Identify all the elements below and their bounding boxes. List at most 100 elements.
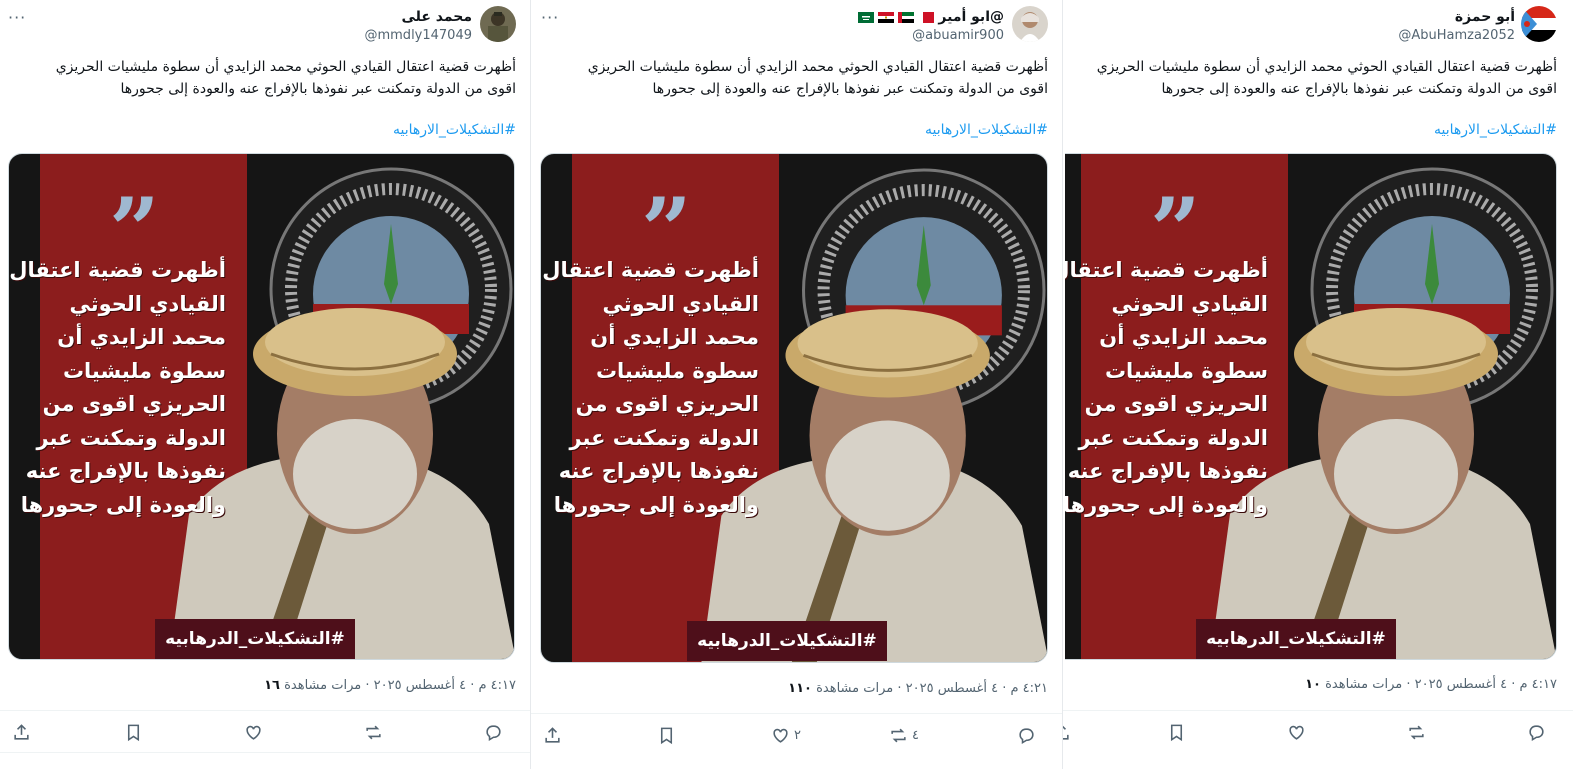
poster-text: أظهرت قضية اعتقال القيادي الحوثي محمد ال… [1065,254,1268,522]
poster-line: محمد الزايدي أن [1099,325,1268,349]
retweet-icon [1409,725,1424,739]
tweet-header: ··· @ابو أمير @abuamir900 [531,4,1062,44]
tweet-card-2: ··· @ابو أمير @abuamir900 أظهرت قضية اعت… [531,0,1062,769]
reply-button[interactable] [484,721,507,743]
tweet-text-line: اقوى من الدولة وتمكنت عبر نفوذها بالإفرا… [120,81,516,97]
poster-line: القيادي الحوثي [602,291,759,316]
tweet-text-line: أظهرت قضية اعتقال القيادي الحوثي محمد ال… [55,59,516,75]
display-name-row[interactable]: @ابو أمير [858,9,1004,25]
actions-divider-top [531,713,1062,714]
tweet-time[interactable]: ٤:١٧ م [478,678,516,693]
poster-hashtag-banner: #التشكيلات_الدرهابيه [687,621,887,661]
poster-line: نفوذها بالإفراج عنه [25,459,226,483]
reply-button[interactable] [1017,724,1040,746]
tweet-card-1: ··· محمد على @mmdly147049 أظهرت قضية اعت… [0,0,530,769]
display-name[interactable]: محمد على [401,9,472,25]
reply-icon [486,724,501,741]
share-icon [545,726,560,743]
poster-line: سطوة مليشيات [62,358,226,383]
user-handle[interactable]: @abuamir900 [912,28,1004,43]
bookmark-icon [127,724,140,741]
tweet-meta: ٤:١٧ م · ٤ أغسطس ٢٠٢٥ · مرات مشاهدة ١٠ [1305,677,1557,692]
poster-line: سطوة مليشيات [595,358,759,383]
bookmark-button[interactable] [124,721,143,743]
share-button[interactable] [1063,721,1071,743]
views-label: مرات مشاهدة [816,681,894,696]
avatar[interactable] [480,6,516,42]
poster-line: نفوذها بالإفراج عنه [1067,459,1268,483]
poster-line: الحريزي اقوى من [1084,392,1268,416]
tweet-media-image[interactable]: ” أظهرت قضية اعتقال القيادي الحوثي محمد … [8,153,515,660]
more-horizontal-icon[interactable]: ··· [8,8,26,27]
poster-hashtag-banner: #التشكيلات_الدرهابيه [1196,619,1396,659]
tweet-body: أظهرت قضية اعتقال القيادي الحوثي محمد ال… [588,56,1048,100]
retweet-button[interactable] [1407,721,1430,743]
reply-button[interactable] [1527,721,1550,743]
poster-line: القيادي الحوثي [69,291,226,316]
egypt-flag-icon [878,11,895,23]
like-button[interactable] [1287,721,1310,743]
display-name-row[interactable]: أبو حمزة [1455,9,1515,25]
like-button[interactable]: ٢ [771,724,801,746]
views-count: ١٦ [264,678,280,693]
tweet-date[interactable]: ٤ أغسطس ٢٠٢٥ [374,678,466,693]
avatar[interactable] [1012,6,1048,42]
poster-line: أظهرت قضية اعتقال [1065,258,1268,282]
views-label: مرات مشاهدة [1325,677,1403,692]
hashtag-link[interactable]: #التشكيلات_الارهابيه [393,122,516,138]
share-button[interactable] [543,724,562,746]
like-button[interactable] [244,721,267,743]
bookmark-button[interactable] [1167,721,1186,743]
poster-line: محمد الزايدي أن [590,325,759,349]
poster-line: الحريزي اقوى من [575,392,759,416]
hashtag-link[interactable]: #التشكيلات_الارهابيه [925,122,1048,138]
display-name[interactable]: أبو حمزة [1455,9,1515,25]
poster-hashtag-banner: #التشكيلات_الدرهابيه [155,619,355,659]
display-name[interactable]: @ابو أمير [938,9,1004,25]
retweet-button[interactable] [364,721,387,743]
tweet-meta: ٤:٢١ م · ٤ أغسطس ٢٠٢٥ · مرات مشاهدة ١١٠ [788,681,1048,696]
views-label: مرات مشاهدة [284,678,362,693]
tweet-header: أبو حمزة @AbuHamza2052 [1063,4,1573,44]
poster-line: والعودة إلى جحورها [1065,492,1268,517]
tweet-body: أظهرت قضية اعتقال القيادي الحوثي محمد ال… [56,56,516,100]
reply-icon [1529,724,1544,741]
tweet-time[interactable]: ٤:٢١ م [1010,681,1048,696]
uae-flag-icon [898,11,915,23]
tweet-media-image[interactable]: ” أظهرت قضية اعتقال القيادي الحوثي محمد … [540,153,1048,663]
tweet-date[interactable]: ٤ أغسطس ٢٠٢٥ [906,681,998,696]
retweet-button[interactable]: ٤ [889,724,919,746]
tweet-time[interactable]: ٤:١٧ م [1519,677,1557,692]
hashtag-link[interactable]: #التشكيلات_الارهابيه [1434,122,1557,138]
tweet-text-line: أظهرت قضية اعتقال القيادي الحوثي محمد ال… [587,59,1048,75]
heart-icon [246,725,261,740]
actions-divider-bottom [0,752,530,753]
tweet-date[interactable]: ٤ أغسطس ٢٠٢٥ [1415,677,1507,692]
bookmark-button[interactable] [657,724,676,746]
bookmark-icon [660,727,673,744]
poster-line: أظهرت قضية اعتقال [542,258,759,282]
user-handle[interactable]: @mmdly147049 [364,28,472,43]
share-button[interactable] [12,721,31,743]
retweet-icon [366,725,381,739]
avatar[interactable] [1521,6,1557,42]
like-count: ٢ [794,727,801,743]
poster-text: أظهرت قضية اعتقال القيادي الحوثي محمد ال… [542,254,759,522]
poster-text: أظهرت قضية اعتقال القيادي الحوثي محمد ال… [9,254,226,522]
share-icon [14,723,29,740]
views-count: ١٠ [1305,677,1321,692]
more-horizontal-icon[interactable]: ··· [541,8,559,27]
tweet-text-line: اقوى من الدولة وتمكنت عبر نفوذها بالإفرا… [1161,81,1557,97]
poster-line: القيادي الحوثي [1111,291,1268,316]
tweet-meta: ٤:١٧ م · ٤ أغسطس ٢٠٢٥ · مرات مشاهدة ١٦ [264,678,516,693]
poster-line: الدولة وتمكنت عبر [36,425,226,450]
display-name-row[interactable]: محمد على [401,9,472,25]
tweet-body: أظهرت قضية اعتقال القيادي الحوثي محمد ال… [1097,56,1557,100]
actions-divider-top [1063,710,1573,711]
retweet-count: ٤ [912,727,919,743]
heart-icon [773,728,788,743]
reply-icon [1019,727,1034,744]
tweet-text-line: اقوى من الدولة وتمكنت عبر نفوذها بالإفرا… [652,81,1048,97]
tweet-media-image[interactable]: ” أظهرت قضية اعتقال القيادي الحوثي محمد … [1065,153,1557,660]
user-handle[interactable]: @AbuHamza2052 [1398,28,1515,43]
